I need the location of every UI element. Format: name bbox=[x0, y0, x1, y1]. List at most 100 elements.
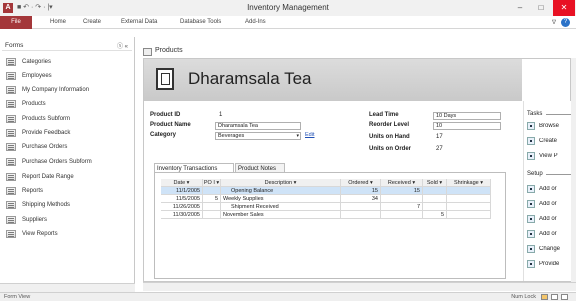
task-label: Add or bbox=[539, 185, 557, 192]
cell-sold[interactable] bbox=[423, 203, 447, 211]
nav-item-purchase-orders-subform[interactable]: Purchase Orders Subform bbox=[6, 156, 132, 168]
cell-shrinkage[interactable] bbox=[447, 203, 491, 211]
cell-sold[interactable]: 5 bbox=[423, 211, 447, 219]
setup-item[interactable]: Add or bbox=[527, 213, 572, 224]
cell-ordered[interactable]: 15 bbox=[341, 187, 381, 195]
nav-item-label: Shipping Methods bbox=[22, 202, 71, 208]
cell-ordered[interactable]: 34 bbox=[341, 195, 381, 203]
cell-received[interactable]: 15 bbox=[381, 187, 423, 195]
table-row[interactable]: 11/5/2005 5 Weekly Supplies 34 bbox=[161, 195, 491, 203]
ribbon-tabs: File Home Create External Data Database … bbox=[0, 16, 576, 29]
col-header-ordered[interactable]: Ordered ▾ bbox=[341, 179, 381, 187]
nav-item-label: Report Date Range bbox=[22, 174, 74, 180]
provide-icon bbox=[527, 259, 535, 268]
nav-item-categories[interactable]: Categories bbox=[6, 56, 132, 68]
status-bar: Form View Num Lock bbox=[0, 292, 576, 301]
reorder-level-field[interactable]: 10 bbox=[433, 122, 501, 130]
close-button[interactable]: ✕ bbox=[553, 0, 575, 16]
cell-received[interactable] bbox=[381, 195, 423, 203]
cell-po[interactable] bbox=[203, 187, 221, 195]
category-dropdown[interactable]: Beverages ▾ bbox=[215, 132, 301, 140]
product-title: Dharamsala Tea bbox=[188, 69, 312, 88]
title-bar: A ■ ↶ · ↷ · |▾ Inventory Management – □ … bbox=[0, 0, 576, 16]
tab-database-tools[interactable]: Database Tools bbox=[180, 19, 221, 25]
col-header-received[interactable]: Received ▾ bbox=[381, 179, 423, 187]
table-row[interactable]: 11/30/2005 November Sales 5 bbox=[161, 211, 491, 219]
tab-home[interactable]: Home bbox=[50, 19, 66, 25]
nav-item-purchase-orders[interactable]: Purchase Orders bbox=[6, 141, 132, 153]
cell-description[interactable]: Weekly Supplies bbox=[221, 195, 341, 203]
nav-item-products-subform[interactable]: Products Subform bbox=[6, 113, 132, 125]
setup-item[interactable]: Add or bbox=[527, 198, 572, 209]
cell-description[interactable]: Shipment Received bbox=[221, 203, 341, 211]
cell-ordered[interactable] bbox=[341, 203, 381, 211]
help-icon[interactable]: ? bbox=[561, 18, 570, 27]
task-browse[interactable]: Browse bbox=[527, 120, 572, 131]
create-icon bbox=[527, 136, 535, 145]
nav-item-view-reports[interactable]: View Reports bbox=[6, 228, 132, 240]
cell-date[interactable]: 11/5/2005 bbox=[161, 195, 203, 203]
nav-item-report-date-range[interactable]: Report Date Range bbox=[6, 171, 132, 183]
cell-date[interactable]: 11/30/2005 bbox=[161, 211, 203, 219]
nav-scrollbar[interactable] bbox=[0, 283, 135, 292]
setup-item[interactable]: Change bbox=[527, 243, 572, 254]
setup-item[interactable]: Add or bbox=[527, 183, 572, 194]
table-row[interactable]: 11/26/2005 Shipment Received 7 bbox=[161, 203, 491, 211]
col-header-label: Sold bbox=[426, 180, 438, 186]
col-header-date[interactable]: Date ▾ bbox=[161, 179, 203, 187]
cell-sold[interactable] bbox=[423, 187, 447, 195]
cell-shrinkage[interactable] bbox=[447, 187, 491, 195]
edit-category-link[interactable]: Edit bbox=[305, 132, 314, 138]
nav-item-employees[interactable]: Employees bbox=[6, 70, 132, 82]
col-header-description[interactable]: Description ▾ bbox=[221, 179, 341, 187]
nav-header[interactable]: Forms ⓢ « bbox=[2, 41, 132, 51]
cell-received[interactable]: 7 bbox=[381, 203, 423, 211]
layout-view-icon[interactable] bbox=[551, 294, 558, 300]
tab-file[interactable]: File bbox=[0, 16, 32, 29]
maximize-button[interactable]: □ bbox=[531, 0, 551, 16]
setup-item[interactable]: Provide bbox=[527, 258, 572, 269]
col-header-po[interactable]: PO I ▾ bbox=[203, 179, 221, 187]
minimize-button[interactable]: – bbox=[510, 0, 530, 16]
nav-item-shipping-methods[interactable]: Shipping Methods bbox=[6, 199, 132, 211]
cell-shrinkage[interactable] bbox=[447, 195, 491, 203]
tab-external-data[interactable]: External Data bbox=[121, 19, 157, 25]
nav-item-products[interactable]: Products bbox=[6, 98, 132, 110]
form-view-icon[interactable] bbox=[541, 294, 548, 300]
nav-item-reports[interactable]: Reports bbox=[6, 185, 132, 197]
form-icon bbox=[6, 86, 16, 94]
cell-description[interactable]: November Sales bbox=[221, 211, 341, 219]
nav-item-suppliers[interactable]: Suppliers bbox=[6, 214, 132, 226]
add-icon bbox=[527, 199, 535, 208]
task-create[interactable]: Create bbox=[527, 135, 572, 146]
cell-po[interactable] bbox=[203, 203, 221, 211]
nav-item-my-company-information[interactable]: My Company Information bbox=[6, 84, 132, 96]
cell-received[interactable] bbox=[381, 211, 423, 219]
task-view[interactable]: View P bbox=[527, 150, 572, 161]
form-vertical-scrollbar[interactable] bbox=[571, 58, 576, 282]
cell-date[interactable]: 11/26/2005 bbox=[161, 203, 203, 211]
tab-add-ins[interactable]: Add-Ins bbox=[245, 19, 266, 25]
col-header-shrinkage[interactable]: Shrinkage ▾ bbox=[447, 179, 491, 187]
tab-create[interactable]: Create bbox=[83, 19, 101, 25]
cell-ordered[interactable] bbox=[341, 211, 381, 219]
section-divider bbox=[546, 114, 572, 115]
product-name-field[interactable]: Dharamsala Tea bbox=[215, 122, 301, 130]
collapse-ribbon-icon[interactable]: ∇ bbox=[552, 19, 556, 26]
cell-po[interactable] bbox=[203, 211, 221, 219]
cell-shrinkage[interactable] bbox=[447, 211, 491, 219]
table-row[interactable]: 11/1/2005 Opening Balance 15 15 bbox=[161, 187, 491, 195]
units-on-hand-label: Units on Hand bbox=[369, 134, 410, 140]
cell-date[interactable]: 11/1/2005 bbox=[161, 187, 203, 195]
col-header-sold[interactable]: Sold ▾ bbox=[423, 179, 447, 187]
cell-po[interactable]: 5 bbox=[203, 195, 221, 203]
design-view-icon[interactable] bbox=[561, 294, 568, 300]
cell-description[interactable]: Opening Balance bbox=[221, 187, 341, 195]
form-horizontal-scrollbar[interactable] bbox=[143, 282, 576, 291]
lead-time-field[interactable]: 10 Days bbox=[433, 112, 501, 120]
nav-collapse-icon[interactable]: ⓢ « bbox=[117, 41, 128, 50]
setup-item[interactable]: Add or bbox=[527, 228, 572, 239]
chevron-down-icon[interactable]: ▾ bbox=[296, 133, 299, 140]
cell-sold[interactable] bbox=[423, 195, 447, 203]
nav-item-provide-feedback[interactable]: Provide Feedback bbox=[6, 127, 132, 139]
